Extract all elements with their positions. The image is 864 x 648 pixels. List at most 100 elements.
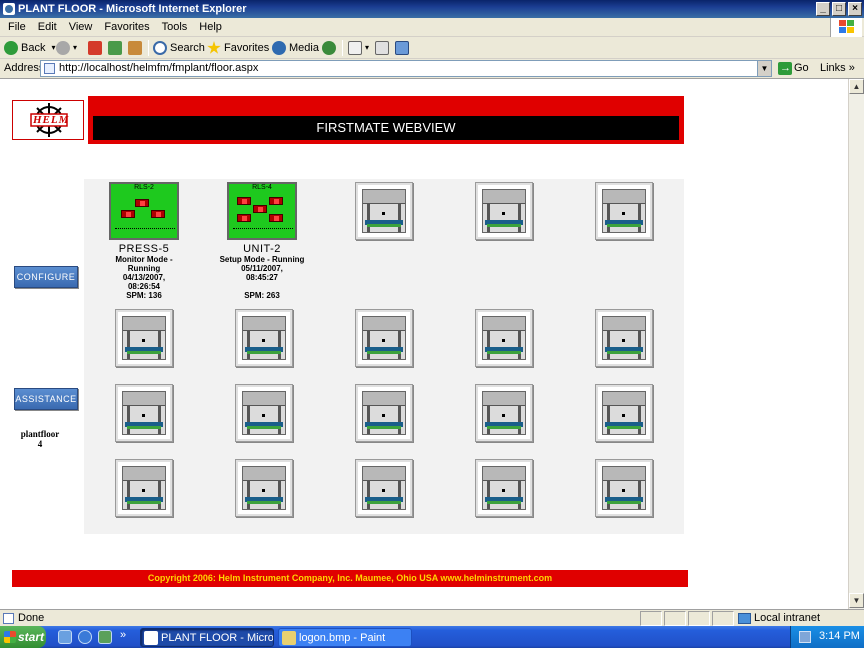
status-text: Done	[18, 612, 45, 624]
machine-tile-idle[interactable]	[595, 182, 653, 240]
print-button[interactable]	[375, 39, 392, 57]
back-button[interactable]: Back ▾	[4, 39, 55, 57]
press-icon	[242, 466, 286, 510]
ie-page-icon	[144, 631, 158, 645]
search-button[interactable]: Search	[153, 39, 205, 57]
ie-window-icon	[3, 3, 15, 15]
machine-tile-idle[interactable]	[235, 309, 293, 367]
machine-screen-label: RLS-4	[252, 184, 272, 191]
status-cell	[712, 611, 734, 626]
status-bar: Done Local intranet	[0, 609, 864, 626]
history-button[interactable]	[322, 39, 339, 57]
media-label: Media	[289, 42, 319, 54]
vertical-scrollbar[interactable]: ▲ ▼	[848, 79, 864, 609]
chevron-right-icon[interactable]: »	[120, 629, 126, 641]
machine-tile-idle[interactable]	[595, 309, 653, 367]
menu-tools[interactable]: Tools	[156, 18, 194, 37]
stop-button[interactable]	[88, 39, 105, 57]
display-led-icon	[269, 197, 283, 205]
machine-name: PRESS-5	[118, 243, 170, 255]
internet-explorer-icon[interactable]	[78, 630, 92, 644]
back-dropdown-icon[interactable]: ▾	[51, 39, 55, 57]
edit-button[interactable]	[395, 39, 412, 57]
page-done-icon	[3, 613, 14, 624]
task-label: logon.bmp - Paint	[299, 632, 386, 644]
machine-tile-idle[interactable]	[235, 384, 293, 442]
display-led-icon	[237, 214, 251, 222]
press-icon	[362, 466, 406, 510]
minimize-button[interactable]: _	[816, 2, 830, 16]
press-icon	[602, 466, 646, 510]
scroll-up-icon[interactable]: ▲	[849, 79, 864, 94]
task-plant-floor[interactable]: PLANT FLOOR - Micros...	[140, 628, 274, 647]
status-cell	[640, 611, 662, 626]
forward-button[interactable]: ▾	[56, 39, 77, 57]
menu-favorites[interactable]: Favorites	[98, 18, 155, 37]
machine-tile-press-5[interactable]: RLS-2	[109, 182, 179, 240]
plantfloor-text: plantfloor	[20, 429, 60, 439]
machine-tile-idle[interactable]	[355, 309, 413, 367]
close-button[interactable]: ×	[848, 2, 862, 16]
security-zone: Local intranet	[754, 612, 821, 624]
machine-date: 05/11/2007,	[241, 264, 283, 273]
refresh-button[interactable]	[108, 39, 125, 57]
machine-tile-idle[interactable]	[355, 459, 413, 517]
maximize-button[interactable]: □	[832, 2, 846, 16]
go-label: Go	[794, 62, 809, 74]
forward-dropdown-icon[interactable]: ▾	[73, 39, 77, 57]
machine-tile-idle[interactable]	[475, 459, 533, 517]
quicklaunch-icon[interactable]	[98, 630, 112, 644]
show-desktop-icon[interactable]	[58, 630, 72, 644]
machine-tile-unit-2[interactable]: RLS-4	[227, 182, 297, 240]
display-led-icon	[135, 199, 149, 207]
machine-tile-idle[interactable]	[115, 384, 173, 442]
status-cell	[664, 611, 686, 626]
address-label: Address	[4, 62, 45, 74]
media-button[interactable]: Media	[272, 39, 319, 57]
machine-tile-idle[interactable]	[235, 459, 293, 517]
press-icon	[482, 316, 526, 360]
home-button[interactable]	[128, 39, 145, 57]
address-input[interactable]: http://localhost/helmfm/fmplant/floor.as…	[40, 60, 772, 77]
go-button[interactable]: Go	[776, 60, 812, 77]
address-dropdown-icon[interactable]: ▼	[757, 61, 771, 76]
scroll-down-icon[interactable]: ▼	[849, 593, 864, 608]
menu-help[interactable]: Help	[193, 18, 228, 37]
machine-status: Running	[127, 264, 161, 273]
mail-dropdown-icon[interactable]: ▾	[365, 39, 369, 57]
menu-file[interactable]: File	[2, 18, 32, 37]
mail-button[interactable]: ▾	[348, 39, 369, 57]
menu-view[interactable]: View	[63, 18, 99, 37]
press-icon	[362, 189, 406, 233]
machine-tile-idle[interactable]	[115, 459, 173, 517]
favorites-label: Favorites	[224, 42, 270, 54]
assistance-button[interactable]: ASSISTANCE	[14, 388, 78, 410]
start-button[interactable]: start	[0, 626, 46, 648]
configure-button[interactable]: CONFIGURE	[14, 266, 78, 288]
machine-tile-idle[interactable]	[595, 459, 653, 517]
machine-tile-idle[interactable]	[475, 182, 533, 240]
machine-tile-idle[interactable]	[355, 182, 413, 240]
menu-bar: File Edit View Favorites Tools Help	[0, 18, 864, 37]
machine-blank	[212, 282, 312, 291]
network-icon[interactable]	[799, 631, 811, 643]
press-icon	[122, 391, 166, 435]
machine-tile-idle[interactable]	[595, 384, 653, 442]
machine-tile-idle[interactable]	[115, 309, 173, 367]
press-icon	[602, 316, 646, 360]
machine-caption-press-5: PRESS-5 Monitor Mode - Running 04/13/200…	[94, 243, 194, 300]
plantfloor-number: 4	[37, 439, 43, 449]
go-arrow-icon	[778, 60, 792, 77]
taskbar: start » PLANT FLOOR - Micros... logon.bm…	[0, 626, 864, 648]
machine-tile-idle[interactable]	[355, 384, 413, 442]
machine-tile-idle[interactable]	[475, 309, 533, 367]
task-paint[interactable]: logon.bmp - Paint	[278, 628, 412, 647]
machine-tile-idle[interactable]	[475, 384, 533, 442]
plantfloor-label: plantfloor 4	[18, 429, 62, 449]
links-button[interactable]: Links »	[820, 60, 855, 77]
menu-edit[interactable]: Edit	[32, 18, 63, 37]
favorites-button[interactable]: Favorites	[207, 39, 269, 57]
press-icon	[482, 189, 526, 233]
links-label: Links	[820, 62, 846, 74]
stop-icon	[88, 41, 102, 55]
